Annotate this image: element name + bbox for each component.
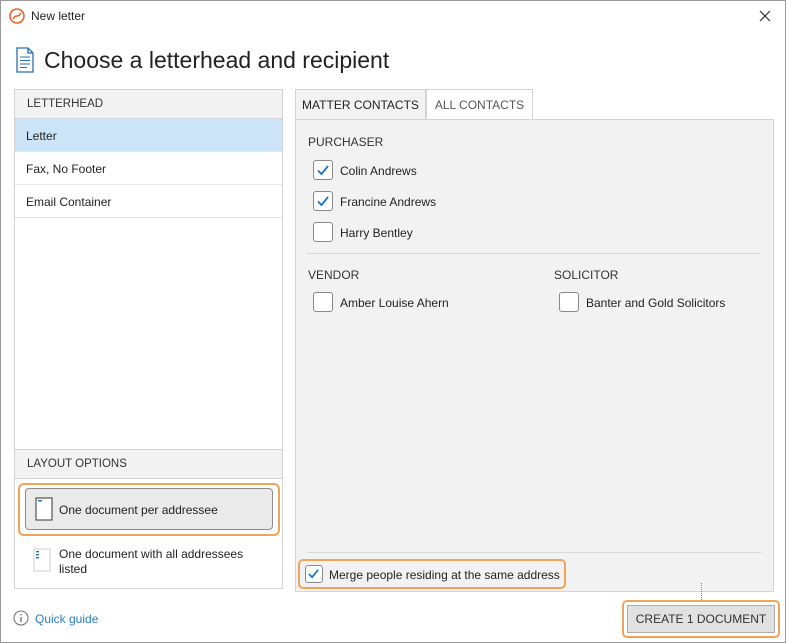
- checkbox[interactable]: [313, 222, 333, 242]
- contact-name: Banter and Gold Solicitors: [586, 296, 726, 310]
- title-bar: New letter: [1, 1, 785, 31]
- checkmark-icon: [308, 569, 319, 579]
- layout-option-per-addressee[interactable]: One document per addressee: [25, 488, 273, 530]
- tab-all-contacts[interactable]: ALL CONTACTS: [426, 89, 533, 120]
- group-label-purchaser: PURCHASER: [308, 135, 384, 149]
- group-label-vendor: VENDOR: [308, 268, 360, 282]
- layout-option-all-addressees[interactable]: One document with all addressees listed: [33, 546, 273, 582]
- contact-name: Colin Andrews: [340, 164, 417, 178]
- multi-address-document-icon: [33, 548, 51, 572]
- contact-name: Harry Bentley: [340, 226, 413, 240]
- merge-checkbox[interactable]: [305, 565, 323, 583]
- quick-guide-label: Quick guide: [35, 612, 99, 626]
- contact-name: Francine Andrews: [340, 195, 437, 209]
- checkbox[interactable]: [559, 292, 579, 312]
- layout-option-per-addressee-label: One document per addressee: [59, 503, 218, 517]
- new-letter-window: New letter Choose a letterhead and recip…: [0, 0, 786, 643]
- letterhead-item-fax-no-footer[interactable]: Fax, No Footer: [15, 152, 282, 185]
- merge-label: Merge people residing at the same addres…: [329, 568, 560, 582]
- close-icon: [759, 10, 771, 22]
- checkbox[interactable]: [313, 191, 333, 211]
- info-icon: [13, 610, 29, 626]
- letterhead-item-letter[interactable]: Letter: [15, 119, 282, 152]
- app-logo-icon: [9, 8, 25, 24]
- layout-options-heading: LAYOUT OPTIONS: [15, 450, 282, 479]
- letterhead-item-email-container[interactable]: Email Container: [15, 185, 282, 218]
- checkbox[interactable]: [313, 160, 333, 180]
- checkmark-icon: [317, 165, 329, 176]
- checkbox[interactable]: [313, 292, 333, 312]
- single-document-icon: [35, 497, 53, 521]
- merge-separator: [307, 552, 761, 553]
- document-icon: [15, 47, 35, 73]
- tab-matter-contacts[interactable]: MATTER CONTACTS: [295, 89, 426, 120]
- letterhead-panel: LETTERHEAD Letter Fax, No Footer Email C…: [14, 89, 283, 589]
- focus-guide-line: [701, 583, 702, 600]
- layout-option-all-addressees-line1: One document with all addressees: [59, 547, 244, 561]
- create-document-button[interactable]: CREATE 1 DOCUMENT: [627, 605, 775, 633]
- create-button-focus-ring: CREATE 1 DOCUMENT: [622, 600, 780, 638]
- layout-options-section: LAYOUT OPTIONS One document per addresse…: [15, 449, 282, 588]
- contact-name: Amber Louise Ahern: [340, 296, 449, 310]
- close-button[interactable]: [745, 1, 785, 31]
- group-label-solicitor: SOLICITOR: [554, 268, 619, 282]
- group-separator: [307, 253, 761, 254]
- letterhead-heading: LETTERHEAD: [15, 90, 282, 119]
- checkmark-icon: [317, 196, 329, 207]
- layout-option-all-addressees-line2: listed: [59, 562, 88, 576]
- window-title: New letter: [31, 9, 86, 23]
- page-title: Choose a letterhead and recipient: [44, 47, 390, 73]
- matter-contacts-panel: PURCHASER Colin Andrews Francine Andrews…: [295, 119, 774, 592]
